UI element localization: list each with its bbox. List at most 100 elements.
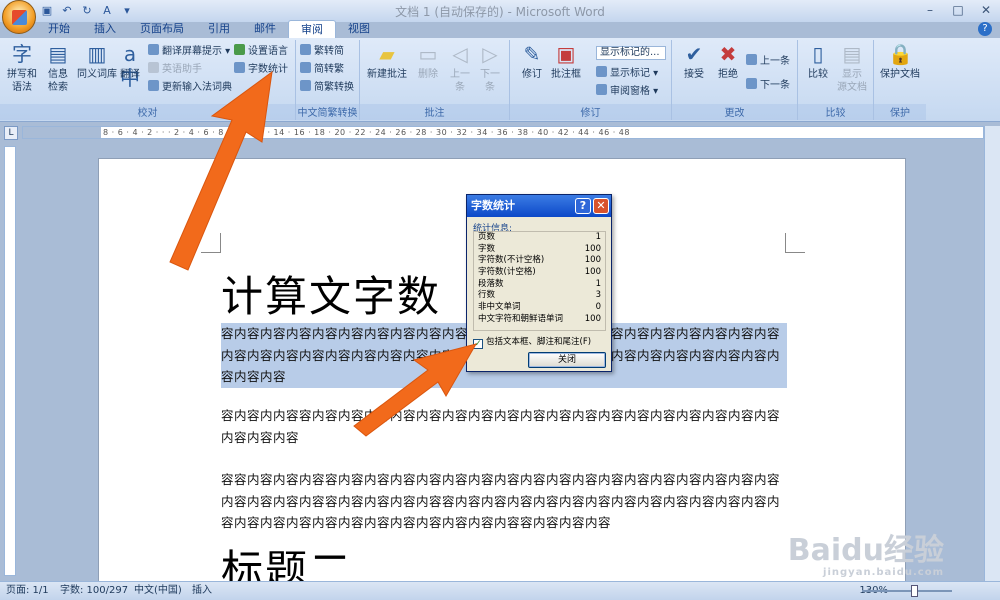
qat-more-icon[interactable]: ▾ bbox=[120, 4, 134, 18]
review-pane-button[interactable]: 审阅窗格 ▾ bbox=[596, 84, 658, 99]
next-change-icon bbox=[746, 78, 757, 89]
horizontal-ruler[interactable]: 8 · 6 · 4 · 2 · · · 2 · 4 · 6 · 8 · 10 ·… bbox=[22, 126, 984, 139]
tab-insert[interactable]: 插入 bbox=[82, 20, 128, 38]
tab-review[interactable]: 审阅 bbox=[288, 20, 336, 38]
dialog-close-button[interactable]: 关闭 bbox=[528, 352, 606, 368]
status-language[interactable]: 中文(中国) bbox=[134, 582, 182, 600]
new-comment-button[interactable]: ▰ 新建批注 bbox=[364, 42, 410, 81]
statistics-box: 页数 1 字数 100 字符数(不计空格) 100 字符数(计空格) 100 段落数 1 … bbox=[473, 231, 606, 331]
stat-row: 字符数(不计空格) 100 bbox=[478, 255, 601, 266]
stat-row: 行数 3 bbox=[478, 290, 601, 301]
next-comment-icon: ▷ bbox=[482, 42, 498, 66]
vertical-ruler[interactable] bbox=[4, 146, 16, 576]
next-change-button[interactable]: 下一条 bbox=[746, 78, 790, 93]
ribbon-tabs: 开始 插入 页面布局 引用 邮件 审阅 视图 bbox=[36, 20, 382, 38]
tab-page-layout[interactable]: 页面布局 bbox=[128, 20, 196, 38]
minimize-icon[interactable]: – bbox=[916, 0, 944, 20]
research-button[interactable]: ▤ 信息 检索 bbox=[38, 42, 78, 94]
globe-icon bbox=[234, 44, 245, 55]
balloons-icon: ▣ bbox=[556, 42, 576, 66]
convert-icon bbox=[300, 80, 311, 91]
title-bar: 文档 1 (自动保存的) - Microsoft Word – □ ✕ bbox=[0, 0, 1000, 22]
stat-row: 中文字符和朝鲜语单词 100 bbox=[478, 313, 601, 324]
track-changes-icon: ✎ bbox=[523, 42, 541, 66]
prev-comment-icon: ◁ bbox=[452, 42, 468, 66]
set-language-button[interactable]: 设置语言 bbox=[234, 44, 288, 59]
stat-row: 段落数 1 bbox=[478, 278, 601, 289]
s2t-icon bbox=[300, 62, 311, 73]
tab-selector-icon[interactable]: L bbox=[4, 126, 18, 140]
next-comment-button[interactable]: ▷ 下一 条 bbox=[470, 42, 510, 94]
prev-change-button[interactable]: 上一条 bbox=[746, 54, 790, 69]
balloons-button[interactable]: ▣ 批注框 bbox=[546, 42, 586, 81]
window-title: 文档 1 (自动保存的) - Microsoft Word bbox=[395, 5, 605, 19]
font-color-icon[interactable]: A bbox=[100, 4, 114, 18]
status-word-count[interactable]: 字数: 100/297 bbox=[60, 582, 128, 600]
stat-row: 字数 100 bbox=[478, 243, 601, 254]
zoom-slider[interactable] bbox=[862, 590, 952, 592]
show-markup-icon bbox=[596, 66, 607, 77]
translate-button[interactable]: a中 翻译 bbox=[110, 42, 150, 90]
spelling-grammar-button[interactable]: 字拼写和 语法 bbox=[2, 42, 42, 94]
group-tracking: ✎ 修订 ▣ 批注框 显示标记的... 显示标记 ▾ 审阅窗格 ▾ 修订 bbox=[510, 40, 672, 120]
show-source-icon: ▤ bbox=[842, 42, 862, 66]
word-count-button[interactable]: 字数统计 bbox=[234, 62, 288, 77]
convert-button[interactable]: 简繁转换 bbox=[300, 80, 354, 95]
protect-document-button[interactable]: 🔒 保护文档 bbox=[876, 42, 924, 81]
group-chinese-conversion: 繁转简 简转繁 简繁转换 中文简繁转换 bbox=[296, 40, 360, 120]
undo-icon[interactable]: ↶ bbox=[60, 4, 74, 18]
baidu-watermark: Baidu经验 jingyan.baidu.com bbox=[787, 533, 944, 579]
word-count-icon bbox=[234, 62, 245, 73]
zoom-slider-handle[interactable] bbox=[911, 585, 918, 597]
redo-icon[interactable]: ↻ bbox=[80, 4, 94, 18]
dialog-close-icon[interactable]: ✕ bbox=[593, 198, 609, 214]
group-comments: ▰ 新建批注 ▭ 删除 ◁ 上一 条 ▷ 下一 条 批注 bbox=[360, 40, 510, 120]
word-count-dialog: 字数统计 ? ✕ 统计信息: 页数 1 字数 100 字符数(不计空格) 100 字符… bbox=[466, 194, 612, 372]
translate-tip-button[interactable]: 翻译屏幕提示 ▾ bbox=[148, 44, 230, 59]
reject-icon: ✖ bbox=[719, 42, 737, 66]
vertical-scrollbar[interactable] bbox=[984, 126, 1000, 581]
status-page[interactable]: 页面: 1/1 bbox=[6, 582, 49, 600]
office-logo-icon bbox=[12, 10, 27, 25]
maximize-icon[interactable]: □ bbox=[944, 0, 972, 20]
english-assistant-button[interactable]: 英语助手 bbox=[148, 62, 202, 77]
tab-references[interactable]: 引用 bbox=[196, 20, 242, 38]
paragraph: 容容内容内容内容容内容内容内容内容内容内容内容内容内容内容内容内容内容内容内容内… bbox=[221, 472, 781, 530]
update-ime-icon bbox=[148, 80, 159, 91]
show-source-button[interactable]: ▤ 显示 源文档 bbox=[832, 42, 872, 94]
dialog-help-icon[interactable]: ? bbox=[575, 198, 591, 214]
group-label-comments: 批注 bbox=[360, 104, 509, 120]
checkmark-icon: ✓ bbox=[473, 339, 483, 349]
new-comment-icon: ▰ bbox=[379, 42, 395, 66]
tab-home[interactable]: 开始 bbox=[36, 20, 82, 38]
group-compare: ▯ 比较 ▤ 显示 源文档 比较 bbox=[798, 40, 874, 120]
review-pane-icon bbox=[596, 84, 607, 95]
translate-tip-icon bbox=[148, 44, 159, 55]
close-icon[interactable]: ✕ bbox=[972, 0, 1000, 20]
display-for-review-select[interactable]: 显示标记的... bbox=[596, 46, 666, 60]
ruler-left-margin bbox=[23, 127, 101, 138]
save-icon[interactable]: ▣ bbox=[40, 4, 54, 18]
update-ime-button[interactable]: 更新输入法词典 bbox=[148, 80, 232, 95]
office-button[interactable] bbox=[2, 0, 36, 34]
show-markup-button[interactable]: 显示标记 ▾ bbox=[596, 66, 658, 81]
tab-mailings[interactable]: 邮件 bbox=[242, 20, 288, 38]
stat-row: 非中文单词 0 bbox=[478, 302, 601, 313]
research-icon: ▤ bbox=[48, 42, 68, 66]
status-insert-mode[interactable]: 插入 bbox=[192, 582, 212, 600]
window-controls: – □ ✕ bbox=[916, 0, 1000, 20]
protect-icon: 🔒 bbox=[888, 42, 913, 66]
t2s-button[interactable]: 繁转简 bbox=[300, 44, 344, 59]
help-icon[interactable]: ? bbox=[978, 22, 992, 36]
group-proofing: 字拼写和 语法 ▤ 信息 检索 ▥ 同义词库 a中 翻译 翻译屏幕提示 ▾ 英语助手 … bbox=[0, 40, 296, 120]
include-textboxes-checkbox[interactable]: ✓ 包括文本框、脚注和尾注(F) bbox=[473, 335, 591, 349]
reject-button[interactable]: ✖ 拒绝 bbox=[708, 42, 748, 81]
paragraph: 容内容内内容容内容内容内容内容内容内容内容内容内容内容内容内容内容内容内容内容内… bbox=[221, 408, 781, 445]
tab-view[interactable]: 视图 bbox=[336, 20, 382, 38]
crop-mark bbox=[201, 233, 221, 253]
s2t-button[interactable]: 简转繁 bbox=[300, 62, 344, 77]
english-assistant-icon bbox=[148, 62, 159, 73]
delete-comment-icon: ▭ bbox=[418, 42, 438, 66]
accept-icon: ✔ bbox=[685, 42, 703, 66]
group-label-chinese: 中文简繁转换 bbox=[296, 104, 359, 120]
